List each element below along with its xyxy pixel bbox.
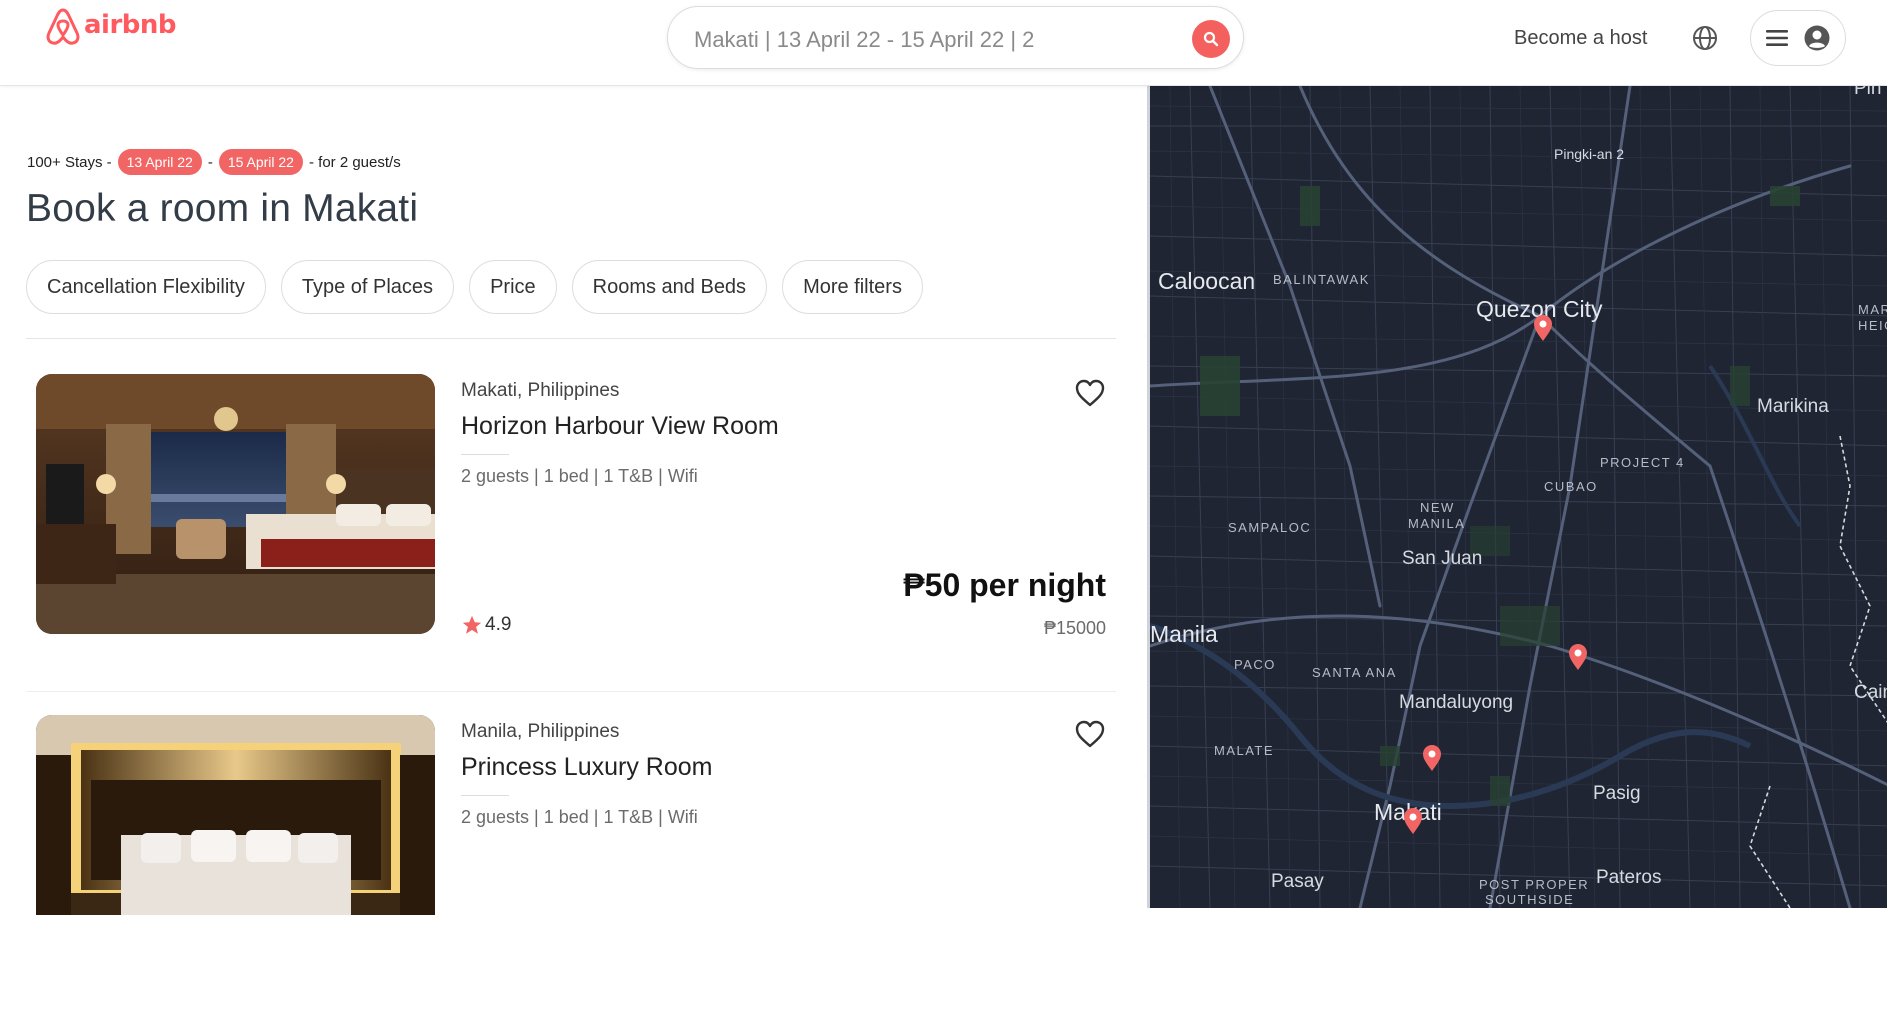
map-label: Pateros xyxy=(1596,867,1662,888)
rating-value: 4.9 xyxy=(485,614,512,635)
map-label: Pasay xyxy=(1271,871,1324,892)
listing-photo[interactable] xyxy=(36,715,435,915)
hotel-room-image xyxy=(36,715,435,915)
listing-photo[interactable] xyxy=(36,374,435,634)
map-pin-icon[interactable] xyxy=(1421,744,1443,772)
globe-icon[interactable] xyxy=(1692,25,1718,51)
filter-rooms-beds[interactable]: Rooms and Beds xyxy=(571,260,768,314)
listing-card[interactable]: Makati, Philippines Horizon Harbour View… xyxy=(26,374,1116,692)
map-label: Pingki-an 2 xyxy=(1554,146,1625,162)
search-bar[interactable]: Makati | 13 April 22 - 15 April 22 | 2 xyxy=(667,6,1244,69)
map-label: BALINTAWAK xyxy=(1273,272,1370,287)
filter-price[interactable]: Price xyxy=(469,260,557,314)
map-label: SAMPALOC xyxy=(1228,520,1312,535)
listing-amenities: 2 guests | 1 bed | 1 T&B | Wifi xyxy=(461,466,698,486)
listing-card[interactable]: Manila, Philippines Princess Luxury Room… xyxy=(26,715,1116,1033)
map-label: MARI xyxy=(1858,302,1887,317)
results-panel: 100+ Stays - 13 April 22 - 15 April 22 -… xyxy=(0,86,1147,915)
divider xyxy=(26,338,1116,339)
map-pin-icon[interactable] xyxy=(1567,643,1589,671)
map-label: Marikina xyxy=(1757,396,1829,417)
filter-bar: Cancellation Flexibility Type of Places … xyxy=(26,260,923,314)
map-label: SANTA ANA xyxy=(1312,665,1397,680)
search-summary[interactable]: Makati | 13 April 22 - 15 April 22 | 2 xyxy=(694,27,1034,53)
check-in-badge: 13 April 22 xyxy=(117,149,202,175)
star-icon xyxy=(462,615,482,634)
brand-name: airbnb xyxy=(84,10,177,40)
map-roads xyxy=(1150,86,1887,908)
listing-rating: 4.9 xyxy=(461,614,511,636)
title-divider xyxy=(461,454,509,455)
check-out-badge: 15 April 22 xyxy=(218,149,303,175)
search-button[interactable] xyxy=(1192,20,1230,58)
map-pin-icon[interactable] xyxy=(1402,807,1424,835)
map-label: Pin xyxy=(1854,86,1882,99)
top-nav: airbnb Makati | 13 April 22 - 15 April 2… xyxy=(0,0,1887,86)
menu-icon xyxy=(1766,30,1788,46)
heart-icon[interactable] xyxy=(1074,378,1106,408)
filter-type-of-places[interactable]: Type of Places xyxy=(280,260,455,314)
hotel-room-image xyxy=(36,374,435,634)
filter-more[interactable]: More filters xyxy=(782,260,923,314)
user-icon xyxy=(1804,25,1830,51)
heart-icon[interactable] xyxy=(1074,719,1106,749)
listing-location: Manila, Philippines xyxy=(461,721,620,742)
map-label: Cain xyxy=(1854,682,1887,703)
map-label: CUBAO xyxy=(1544,479,1598,494)
map-label: San Juan xyxy=(1402,548,1483,569)
map-label: Manila xyxy=(1150,621,1218,647)
title-divider xyxy=(461,795,509,796)
map-label: MALATE xyxy=(1214,743,1275,758)
map-label: PACO xyxy=(1234,657,1276,672)
filter-cancellation[interactable]: Cancellation Flexibility xyxy=(26,260,266,314)
user-menu-button[interactable] xyxy=(1750,10,1846,66)
listing-title[interactable]: Horizon Harbour View Room xyxy=(461,412,779,441)
stay-count: 100+ Stays - xyxy=(27,153,112,171)
map-pin-icon[interactable] xyxy=(1532,314,1554,342)
nightly-price: ₱50 per night xyxy=(903,567,1106,603)
stay-summary: 100+ Stays - 13 April 22 - 15 April 22 -… xyxy=(27,149,401,175)
map-label: SOUTHSIDE xyxy=(1485,892,1575,907)
map-label: HEIG xyxy=(1858,318,1887,333)
become-host-link[interactable]: Become a host xyxy=(1514,27,1647,50)
map-label: Pasig xyxy=(1593,783,1641,804)
map-label: Mandaluyong xyxy=(1399,692,1514,713)
airbnb-logo[interactable]: airbnb xyxy=(44,6,177,48)
listing-location: Makati, Philippines xyxy=(461,380,620,401)
map-label: Caloocan xyxy=(1158,268,1256,294)
map-label: MANILA xyxy=(1408,516,1466,531)
map-view[interactable]: Pingki-an 2 Caloocan BALINTAWAK Quezon C… xyxy=(1147,86,1887,908)
airbnb-logo-icon xyxy=(46,8,80,45)
map-label: POST PROPER xyxy=(1479,877,1590,892)
page-title: Book a room in Makati xyxy=(26,187,419,230)
map-label: NEW xyxy=(1420,500,1455,515)
listing-title[interactable]: Princess Luxury Room xyxy=(461,753,712,782)
date-separator: - xyxy=(207,153,213,171)
search-icon xyxy=(1203,31,1219,47)
map-label: PROJECT 4 xyxy=(1600,455,1685,470)
guest-count: - for 2 guest/s xyxy=(308,153,401,171)
listing-amenities: 2 guests | 1 bed | 1 T&B | Wifi xyxy=(461,807,698,827)
total-price: ₱15000 xyxy=(1043,618,1106,638)
